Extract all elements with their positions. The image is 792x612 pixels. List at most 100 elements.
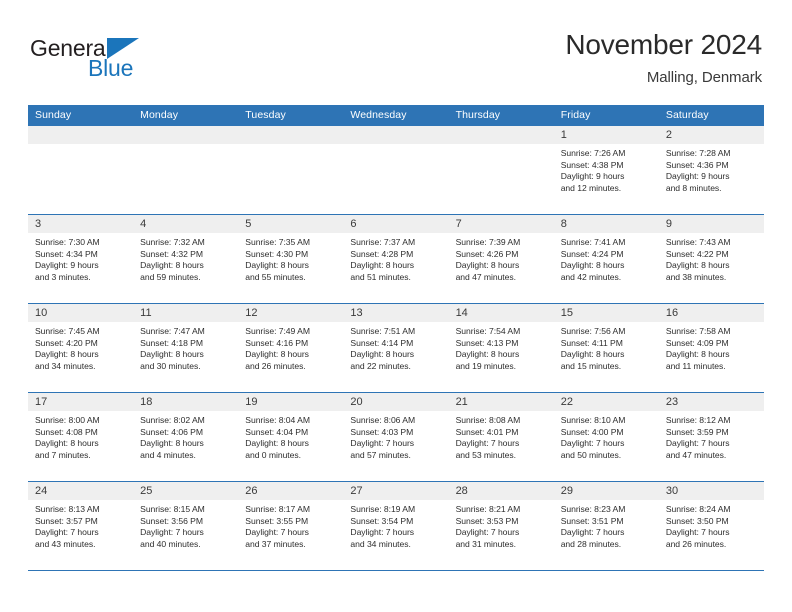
daylight-text-line1: Daylight: 8 hours bbox=[665, 349, 730, 360]
daylight-text-line2: and 51 minutes. bbox=[350, 271, 411, 282]
daylight-text-line2: and 7 minutes. bbox=[35, 449, 91, 460]
day-sun-info: Sunrise: 8:19 AM Sunset: 3:54 PM Daylight:… bbox=[343, 500, 448, 550]
daylight-text-line2: and 19 minutes. bbox=[455, 360, 516, 371]
calendar-day-cell[interactable]: 2 Sunrise: 7:28 AM Sunset: 4:36 PM Daylight… bbox=[658, 125, 764, 215]
calendar-day-cell[interactable]: 1 Sunrise: 7:26 AM Sunset: 4:38 PM Daylight… bbox=[553, 125, 659, 215]
day-sun-info: Sunrise: 7:43 AM Sunset: 4:22 PM Daylight:… bbox=[659, 233, 764, 283]
sunset-text: Sunset: 4:22 PM bbox=[665, 248, 729, 259]
day-number: 2 bbox=[658, 126, 764, 144]
sunrise-text: Sunrise: 8:15 AM bbox=[140, 504, 205, 514]
sunset-text: Sunset: 4:26 PM bbox=[455, 248, 519, 259]
daylight-text-line2: and 57 minutes. bbox=[350, 449, 411, 460]
calendar-day-cell[interactable]: 3 Sunrise: 7:30 AM Sunset: 4:34 PM Daylight… bbox=[28, 214, 134, 304]
calendar-day-cell[interactable]: 9 Sunrise: 7:43 AM Sunset: 4:22 PM Daylight… bbox=[658, 214, 764, 304]
sunrise-text: Sunrise: 8:04 AM bbox=[245, 415, 310, 425]
day-number: 11 bbox=[133, 304, 239, 322]
calendar-day-cell[interactable]: 27 Sunrise: 8:19 AM Sunset: 3:54 PM Dayligh… bbox=[343, 481, 449, 571]
sunrise-text: Sunrise: 7:47 AM bbox=[140, 326, 205, 336]
daylight-text-line1: Daylight: 8 hours bbox=[245, 260, 309, 271]
day-number: 13 bbox=[343, 304, 449, 322]
day-sun-info: Sunrise: 7:49 AM Sunset: 4:16 PM Daylight:… bbox=[238, 322, 343, 372]
sunrise-text: Sunrise: 7:49 AM bbox=[245, 326, 310, 336]
day-sun-info: Sunrise: 8:15 AM Sunset: 3:56 PM Daylight:… bbox=[133, 500, 238, 550]
daylight-text-line1: Daylight: 7 hours bbox=[140, 527, 204, 538]
calendar-day-cell[interactable]: 21 Sunrise: 8:08 AM Sunset: 4:01 PM Dayligh… bbox=[448, 392, 554, 482]
daylight-text-line1: Daylight: 8 hours bbox=[350, 260, 415, 271]
calendar-day-cell[interactable]: 23 Sunrise: 8:12 AM Sunset: 3:59 PM Dayligh… bbox=[658, 392, 764, 482]
calendar-cell-empty bbox=[28, 125, 134, 215]
day-number: 22 bbox=[553, 393, 659, 411]
sunrise-text: Sunrise: 7:51 AM bbox=[350, 326, 416, 336]
day-number: 8 bbox=[553, 215, 659, 233]
calendar-day-cell[interactable]: 28 Sunrise: 8:21 AM Sunset: 3:53 PM Dayligh… bbox=[448, 481, 554, 571]
calendar-day-cell[interactable]: 25 Sunrise: 8:15 AM Sunset: 3:56 PM Dayligh… bbox=[133, 481, 239, 571]
page-title: November 2024 bbox=[565, 29, 762, 60]
calendar-day-cell[interactable]: 6 Sunrise: 7:37 AM Sunset: 4:28 PM Daylight… bbox=[343, 214, 449, 304]
calendar-cell-empty bbox=[448, 125, 554, 215]
sunrise-text: Sunrise: 7:32 AM bbox=[140, 237, 205, 247]
day-number: 16 bbox=[658, 304, 764, 322]
sunset-text: Sunset: 4:09 PM bbox=[665, 337, 729, 348]
weekday-header-friday: Friday bbox=[553, 105, 659, 126]
sunrise-text: Sunrise: 8:21 AM bbox=[455, 504, 521, 514]
day-sun-info: Sunrise: 7:47 AM Sunset: 4:18 PM Daylight:… bbox=[133, 322, 238, 372]
sunrise-text: Sunrise: 7:56 AM bbox=[560, 326, 626, 336]
calendar-day-cell[interactable]: 11 Sunrise: 7:47 AM Sunset: 4:18 PM Dayligh… bbox=[133, 303, 239, 393]
page-header: General Blue November 2024 Malling, Denm… bbox=[0, 28, 792, 100]
calendar-day-cell[interactable]: 7 Sunrise: 7:39 AM Sunset: 4:26 PM Daylight… bbox=[448, 214, 554, 304]
sunset-text: Sunset: 4:11 PM bbox=[560, 337, 623, 348]
day-number: 26 bbox=[238, 482, 344, 500]
calendar-day-cell[interactable]: 19 Sunrise: 8:04 AM Sunset: 4:04 PM Dayligh… bbox=[238, 392, 344, 482]
daylight-text-line2: and 11 minutes. bbox=[665, 360, 726, 371]
calendar-day-cell[interactable]: 29 Sunrise: 8:23 AM Sunset: 3:51 PM Dayligh… bbox=[553, 481, 659, 571]
daylight-text-line1: Daylight: 7 hours bbox=[350, 438, 415, 449]
calendar-day-cell[interactable]: 24 Sunrise: 8:13 AM Sunset: 3:57 PM Dayligh… bbox=[28, 481, 134, 571]
day-sun-info: Sunrise: 7:28 AM Sunset: 4:36 PM Daylight:… bbox=[659, 144, 764, 194]
daylight-text-line1: Daylight: 7 hours bbox=[665, 438, 730, 449]
general-blue-logo[interactable]: General Blue bbox=[30, 28, 140, 80]
sunrise-text: Sunrise: 7:35 AM bbox=[245, 237, 310, 247]
sunset-text: Sunset: 4:06 PM bbox=[140, 426, 203, 437]
day-sun-info: Sunrise: 7:39 AM Sunset: 4:26 PM Daylight:… bbox=[449, 233, 554, 283]
daylight-text-line2: and 31 minutes. bbox=[455, 538, 516, 549]
day-number: 23 bbox=[658, 393, 764, 411]
day-number: 17 bbox=[28, 393, 134, 411]
calendar-day-cell[interactable]: 15 Sunrise: 7:56 AM Sunset: 4:11 PM Dayligh… bbox=[553, 303, 659, 393]
sunrise-text: Sunrise: 7:39 AM bbox=[455, 237, 521, 247]
sunset-text: Sunset: 4:13 PM bbox=[455, 337, 519, 348]
day-sun-info: Sunrise: 8:21 AM Sunset: 3:53 PM Daylight:… bbox=[449, 500, 554, 550]
calendar-day-cell[interactable]: 30 Sunrise: 8:24 AM Sunset: 3:50 PM Dayligh… bbox=[658, 481, 764, 571]
day-sun-info: Sunrise: 7:54 AM Sunset: 4:13 PM Daylight:… bbox=[449, 322, 554, 372]
day-sun-info: Sunrise: 8:06 AM Sunset: 4:03 PM Daylight:… bbox=[343, 411, 448, 461]
calendar-day-cell[interactable]: 26 Sunrise: 8:17 AM Sunset: 3:55 PM Dayligh… bbox=[238, 481, 344, 571]
sunset-text: Sunset: 3:50 PM bbox=[665, 515, 729, 526]
sunset-text: Sunset: 4:20 PM bbox=[35, 337, 98, 348]
day-number: 6 bbox=[343, 215, 449, 233]
sunrise-text: Sunrise: 7:26 AM bbox=[560, 148, 626, 158]
calendar-day-cell[interactable]: 14 Sunrise: 7:54 AM Sunset: 4:13 PM Dayligh… bbox=[448, 303, 554, 393]
calendar-day-cell[interactable]: 17 Sunrise: 8:00 AM Sunset: 4:08 PM Dayligh… bbox=[28, 392, 134, 482]
calendar-day-cell[interactable]: 13 Sunrise: 7:51 AM Sunset: 4:14 PM Dayligh… bbox=[343, 303, 449, 393]
daylight-text-line2: and 12 minutes. bbox=[560, 182, 622, 193]
daylight-text-line1: Daylight: 7 hours bbox=[350, 527, 415, 538]
day-number: 15 bbox=[553, 304, 659, 322]
day-number: 20 bbox=[343, 393, 449, 411]
calendar-day-cell[interactable]: 20 Sunrise: 8:06 AM Sunset: 4:03 PM Dayligh… bbox=[343, 392, 449, 482]
calendar-day-cell[interactable]: 5 Sunrise: 7:35 AM Sunset: 4:30 PM Daylight… bbox=[238, 214, 344, 304]
calendar-week-row: 10 Sunrise: 7:45 AM Sunset: 4:20 PM Dayligh… bbox=[28, 303, 764, 393]
daylight-text-line1: Daylight: 8 hours bbox=[455, 260, 520, 271]
calendar-week-row: 24 Sunrise: 8:13 AM Sunset: 3:57 PM Dayligh… bbox=[28, 481, 764, 571]
sunset-text: Sunset: 4:18 PM bbox=[140, 337, 203, 348]
calendar-day-cell[interactable]: 4 Sunrise: 7:32 AM Sunset: 4:32 PM Daylight… bbox=[133, 214, 239, 304]
daylight-text-line2: and 15 minutes. bbox=[560, 360, 622, 371]
day-sun-info: Sunrise: 7:58 AM Sunset: 4:09 PM Daylight:… bbox=[659, 322, 764, 372]
calendar-day-cell[interactable]: 10 Sunrise: 7:45 AM Sunset: 4:20 PM Dayligh… bbox=[28, 303, 134, 393]
daylight-text-line1: Daylight: 7 hours bbox=[665, 527, 730, 538]
calendar-day-cell[interactable]: 22 Sunrise: 8:10 AM Sunset: 4:00 PM Dayligh… bbox=[553, 392, 659, 482]
calendar-day-cell[interactable]: 16 Sunrise: 7:58 AM Sunset: 4:09 PM Dayligh… bbox=[658, 303, 764, 393]
calendar-day-cell[interactable]: 18 Sunrise: 8:02 AM Sunset: 4:06 PM Dayligh… bbox=[133, 392, 239, 482]
calendar-day-cell[interactable]: 12 Sunrise: 7:49 AM Sunset: 4:16 PM Dayligh… bbox=[238, 303, 344, 393]
day-sun-info: Sunrise: 8:24 AM Sunset: 3:50 PM Daylight:… bbox=[659, 500, 764, 550]
weekday-header-saturday: Saturday bbox=[658, 105, 764, 126]
calendar-day-cell[interactable]: 8 Sunrise: 7:41 AM Sunset: 4:24 PM Daylight… bbox=[553, 214, 659, 304]
